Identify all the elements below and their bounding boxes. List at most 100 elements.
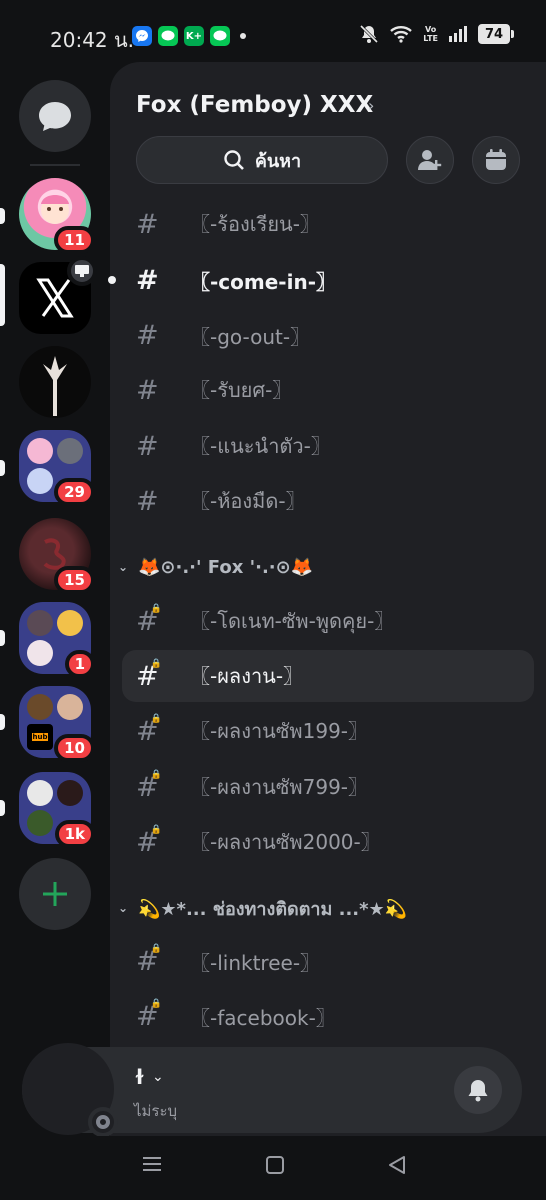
add-server-button[interactable] <box>19 858 91 930</box>
status-bar: 20:42 น. K+ Vo LTE 74 <box>0 0 546 66</box>
channel-name: 〖-ผลงานซัพ199-〗 <box>190 719 369 743</box>
channel-name: 〖-แนะนำตัว-〗 <box>190 434 331 458</box>
mention-badge: 1k <box>54 820 95 848</box>
channel-item[interactable]: # 〖-แนะนำตัว-〗 <box>122 420 534 472</box>
server-dark-figure[interactable] <box>19 346 91 418</box>
channel-name: 〖-ผลงานซัพ2000-〗 <box>190 830 381 854</box>
folder-server-avatar <box>27 438 53 464</box>
channel-item[interactable]: # 〖-รับยศ-〗 <box>122 364 534 416</box>
channel-item[interactable]: # 〖-ร้องเรียน-〗 <box>122 198 534 250</box>
back-button[interactable] <box>386 1154 408 1182</box>
search-button[interactable]: ค้นหา <box>136 136 388 184</box>
server-folder-1[interactable]: 29 <box>19 430 95 506</box>
battery-icon: 74 <box>478 24 514 44</box>
chevron-down-icon: ⌄ <box>118 901 129 915</box>
invite-members-button[interactable] <box>406 136 454 184</box>
volte-icon: Vo LTE <box>423 25 438 43</box>
folder-server-avatar <box>57 780 83 806</box>
server-name[interactable]: Fox (Femboy) XXX <box>136 92 373 118</box>
server-pink-avatar[interactable]: 11 <box>19 178 95 254</box>
signal-icon <box>449 26 467 42</box>
user-status: ไม่ระบุ <box>134 1102 178 1120</box>
server-rail: 11 29 15 1 hub 10 1k <box>0 66 110 1136</box>
messenger-icon <box>132 26 152 46</box>
locked-hash-icon: # 🔒 <box>136 769 162 803</box>
server-folder-3[interactable]: hub 10 <box>19 686 95 762</box>
channel-item[interactable]: # 🔒 〖-ผลงานซัพ2000-〗 <box>122 816 534 868</box>
server-x[interactable] <box>19 256 97 334</box>
home-square-icon <box>266 1156 284 1174</box>
unread-indicator <box>0 208 5 224</box>
channel-name: 〖-โดเนท-ซัพ-พูดคุย-〗 <box>190 609 395 633</box>
rail-divider <box>30 164 80 166</box>
category-name: 🦊⊙·.·' Fox '·.·⊙🦊 <box>138 556 314 578</box>
category-name: 💫★*... ช่องทางติดตาม ...*★💫 <box>138 898 408 920</box>
folder-server-avatar <box>27 468 53 494</box>
wifi-icon <box>390 26 413 43</box>
locked-hash-icon: # 🔒 <box>136 998 162 1032</box>
system-navigation-bar <box>0 1136 546 1200</box>
channel-name: 〖-ผลงานซัพ799-〗 <box>190 775 369 799</box>
channel-name: 〖-linktree-〗 <box>190 950 321 975</box>
channel-item[interactable]: # 〖-go-out-〗 <box>122 309 534 361</box>
chevron-down-icon: ⌄ <box>118 560 129 574</box>
menu-icon <box>143 1157 161 1171</box>
hash-icon: # <box>136 485 159 517</box>
locked-hash-icon: # 🔒 <box>136 603 162 637</box>
notification-settings-button[interactable] <box>454 1066 502 1114</box>
folder-server-avatar <box>27 780 53 806</box>
folder-server-avatar <box>27 610 53 636</box>
status-offline-icon <box>88 1107 118 1137</box>
channel-name: 〖-facebook-〗 <box>190 1005 336 1030</box>
chevron-down-icon[interactable]: ⌄ <box>152 1069 164 1085</box>
folder-server-avatar <box>27 640 53 666</box>
user-bar[interactable]: ɫ ⌄ ไม่ระบุ <box>22 1043 522 1137</box>
category-header[interactable]: ⌄ 💫★*... ช่องทางติดตาม ...*★💫 <box>118 893 407 923</box>
channel-name: 〖-ร้องเรียน-〗 <box>190 212 320 236</box>
search-icon <box>224 150 244 170</box>
channel-item[interactable]: # 🔒 〖-ผลงานซัพ199-〗 <box>122 705 534 757</box>
status-time: 20:42 น. <box>50 28 135 52</box>
mute-icon <box>360 24 379 44</box>
home-button[interactable] <box>264 1154 286 1182</box>
mention-badge: 1 <box>64 650 95 678</box>
calendar-icon <box>486 149 506 170</box>
channel-item[interactable]: # 🔒 〖-facebook-〗 <box>122 990 534 1042</box>
more-notifications-icon <box>240 33 246 39</box>
channel-name: 〖-รับยศ-〗 <box>190 378 293 402</box>
chevron-right-icon[interactable]: › <box>368 96 374 115</box>
hash-icon: # <box>136 208 159 240</box>
unread-indicator <box>0 630 5 646</box>
unread-indicator <box>0 460 5 476</box>
channel-name: 〖-come-in-〗 <box>190 269 336 294</box>
events-button[interactable] <box>472 136 520 184</box>
unread-indicator <box>0 800 5 816</box>
hash-icon: # <box>136 319 159 351</box>
figure-icon <box>43 356 67 416</box>
folder-server-avatar <box>57 610 83 636</box>
channel-item-active[interactable]: # 🔒 〖-ผลงาน-〗 <box>122 650 534 702</box>
status-right: Vo LTE 74 <box>359 24 514 44</box>
mention-badge: 29 <box>54 478 95 506</box>
direct-messages-button[interactable] <box>19 80 91 152</box>
folder-server-avatar <box>27 810 53 836</box>
channel-item[interactable]: # 🔒 〖-โดเนท-ซัพ-พูดคุย-〗 <box>122 595 534 647</box>
locked-hash-icon: # 🔒 <box>136 658 162 692</box>
unread-channel-dot <box>108 276 116 284</box>
server-red[interactable]: 15 <box>19 518 95 594</box>
recent-apps-button[interactable] <box>140 1154 164 1180</box>
channel-item[interactable]: # 〖-ห้องมืด-〗 <box>122 475 534 527</box>
channel-item[interactable]: # 🔒 〖-ผลงานซัพ799-〗 <box>122 761 534 813</box>
mention-badge: 15 <box>54 566 95 594</box>
kplus-icon: K+ <box>184 26 204 46</box>
channel-item[interactable]: # 〖-come-in-〗 <box>122 254 534 306</box>
server-folder-2[interactable]: 1 <box>19 602 95 678</box>
folder-server-avatar <box>57 438 83 464</box>
server-folder-4[interactable]: 1k <box>19 772 95 848</box>
channel-name: 〖-ห้องมืด-〗 <box>190 489 306 513</box>
add-user-icon <box>418 150 442 170</box>
channel-item[interactable]: # 🔒 〖-linktree-〗 <box>122 935 534 987</box>
locked-hash-icon: # 🔒 <box>136 824 162 858</box>
username[interactable]: ɫ <box>134 1065 145 1089</box>
category-header[interactable]: ⌄ 🦊⊙·.·' Fox '·.·⊙🦊 <box>118 552 313 582</box>
